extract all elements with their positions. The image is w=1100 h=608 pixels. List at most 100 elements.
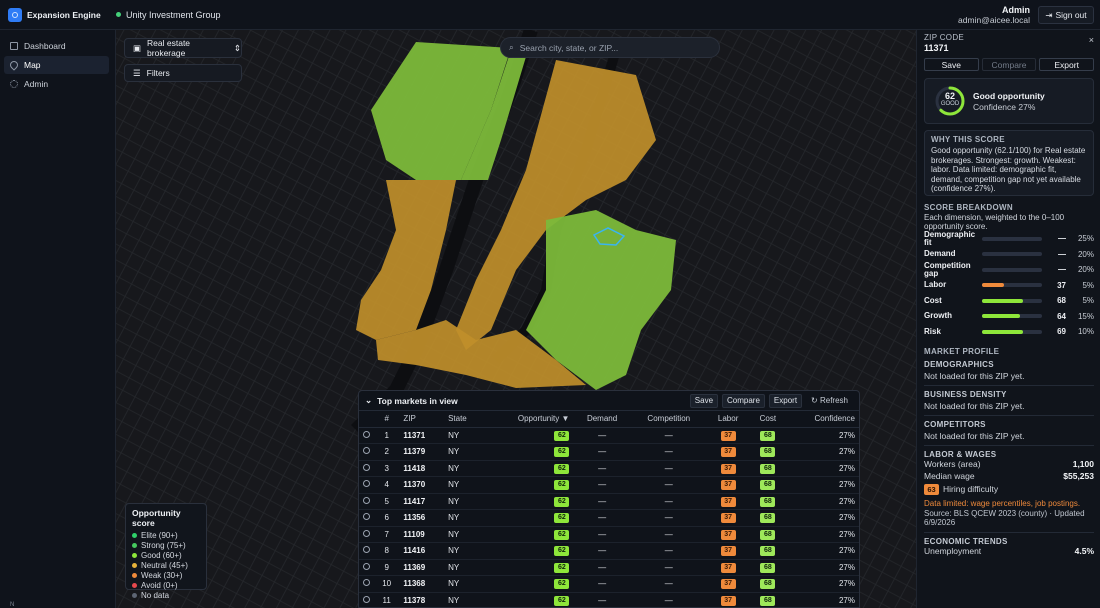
compare-button[interactable]: Compare bbox=[981, 58, 1037, 71]
row-radio[interactable] bbox=[363, 529, 370, 537]
table-row[interactable]: 1 11371 NY 62— —37 68 27% bbox=[359, 427, 859, 444]
filters-button[interactable]: ☰ Filters bbox=[124, 64, 242, 82]
confidence-cell: 27% bbox=[786, 526, 859, 543]
business-density-section[interactable]: BUSINESS DENSITY Not loaded for this ZIP… bbox=[924, 386, 1094, 416]
row-radio[interactable] bbox=[363, 562, 370, 570]
org-name: Unity Investment Group bbox=[126, 9, 221, 20]
competitors-section[interactable]: COMPETITORS Not loaded for this ZIP yet. bbox=[924, 416, 1094, 446]
save-button[interactable]: Save bbox=[924, 58, 979, 71]
table-row[interactable]: 8 11416 NY 62— —37 68 27% bbox=[359, 542, 859, 560]
table-row[interactable]: 10 11368 NY 62— —37 68 27% bbox=[359, 575, 859, 593]
legend-title: Opportunity score bbox=[132, 508, 181, 528]
why-title: WHY THIS SCORE bbox=[931, 135, 1005, 144]
legend-dot-icon bbox=[132, 592, 137, 598]
row-select-cell[interactable] bbox=[359, 592, 374, 607]
industry-select[interactable]: ▣ Real estate brokerage ⇕ bbox=[124, 38, 242, 58]
top-markets-header: ⌄ Top markets in view Save Compare Expor… bbox=[359, 391, 859, 411]
demographics-section[interactable]: DEMOGRAPHICS Not loaded for this ZIP yet… bbox=[924, 356, 1094, 386]
table-row[interactable]: 7 11109 NY 62— —37 68 27% bbox=[359, 526, 859, 543]
labor-title: LABOR & WAGES bbox=[924, 449, 997, 459]
export-button[interactable]: Export bbox=[1039, 58, 1095, 71]
row-radio[interactable] bbox=[363, 513, 370, 521]
expansion-logo-icon bbox=[8, 7, 22, 22]
top-markets-title[interactable]: ⌄ Top markets in view bbox=[365, 395, 686, 406]
legend-item: Elite (90+) bbox=[132, 530, 200, 540]
gear-icon bbox=[10, 80, 18, 88]
cost-pill: 68 bbox=[760, 579, 776, 590]
sign-out-button[interactable]: ⇥ Sign out bbox=[1038, 6, 1094, 24]
column-header[interactable]: Opportunity ▼ bbox=[484, 411, 574, 428]
table-row[interactable]: 9 11369 NY 62— —37 68 27% bbox=[359, 559, 859, 576]
labor-cell: 37 bbox=[706, 575, 750, 593]
search-input[interactable]: ⌕ Search city, state, or ZIP... bbox=[500, 37, 720, 58]
markets-export-button[interactable]: Export bbox=[768, 393, 803, 408]
competition-cell: — bbox=[630, 542, 707, 560]
column-header: Confidence bbox=[786, 411, 859, 428]
breakdown-name: Cost bbox=[924, 295, 942, 305]
row-radio[interactable] bbox=[363, 595, 370, 603]
table-row[interactable]: 3 11418 NY 62— —37 68 27% bbox=[359, 460, 859, 477]
table-row[interactable]: 4 11370 NY 62— —37 68 27% bbox=[359, 476, 859, 494]
labor-pill: 37 bbox=[720, 595, 736, 606]
legend-dot-icon bbox=[132, 562, 137, 568]
breakdown-row: Demographic fit — 25% bbox=[924, 230, 1094, 247]
breakdown-bar-track bbox=[982, 236, 1042, 241]
sidebar-item-dashboard[interactable]: Dashboard bbox=[4, 37, 109, 55]
row-select-cell[interactable] bbox=[359, 542, 374, 560]
chevron-down-icon[interactable]: ⌄ bbox=[365, 395, 372, 406]
user-name: Admin bbox=[1002, 5, 1030, 15]
cost-cell: 68 bbox=[749, 592, 787, 607]
breakdown-bar-fill bbox=[982, 298, 1023, 303]
column-header: ZIP bbox=[399, 411, 445, 428]
breakdown-value: 68 bbox=[1057, 296, 1066, 306]
row-select-cell[interactable] bbox=[359, 509, 374, 527]
table-row[interactable]: 5 11417 NY 62— —37 68 27% bbox=[359, 493, 859, 510]
row-select-cell[interactable] bbox=[359, 493, 374, 510]
markets-save-button[interactable]: Save bbox=[689, 393, 719, 408]
state-cell: NY bbox=[444, 460, 485, 477]
cost-cell: 68 bbox=[749, 559, 787, 576]
row-radio[interactable] bbox=[363, 480, 370, 488]
labor-section[interactable]: LABOR & WAGES Workers (area) 1,100 Median… bbox=[924, 446, 1094, 533]
row-select-cell[interactable] bbox=[359, 575, 374, 593]
sidebar-item-map[interactable]: Map bbox=[4, 56, 109, 74]
breakdown-row: Cost 68 5% bbox=[924, 293, 1094, 309]
breakdown-name: Competition gap bbox=[924, 260, 971, 278]
org-selector[interactable]: Unity Investment Group bbox=[116, 10, 221, 20]
state-cell: NY bbox=[444, 493, 485, 510]
row-radio[interactable] bbox=[363, 447, 370, 455]
sidebar-item-label: Admin bbox=[24, 79, 49, 89]
table-row[interactable]: 2 11379 NY 62— —37 68 27% bbox=[359, 443, 859, 461]
table-row[interactable]: 6 11356 NY 62— —37 68 27% bbox=[359, 509, 859, 527]
competition-cell: — bbox=[630, 476, 707, 494]
markets-compare-button[interactable]: Compare bbox=[722, 393, 765, 408]
data-limited-note: Data limited: wage percentiles, job post… bbox=[924, 498, 1081, 508]
legend-item: Neutral (45+) bbox=[132, 560, 200, 570]
row-select-cell[interactable] bbox=[359, 427, 374, 444]
map-canvas[interactable]: ▣ Real estate brokerage ⇕ ☰ Filters ⌕ Se… bbox=[116, 30, 916, 608]
row-radio[interactable] bbox=[363, 463, 370, 471]
row-radio[interactable] bbox=[363, 579, 370, 587]
row-select-cell[interactable] bbox=[359, 559, 374, 576]
row-select-cell[interactable] bbox=[359, 526, 374, 543]
row-radio[interactable] bbox=[363, 430, 370, 438]
brand[interactable]: Expansion Engine bbox=[0, 0, 116, 29]
row-radio[interactable] bbox=[363, 546, 370, 554]
demand-cell: — bbox=[573, 476, 631, 494]
labor-cell: 37 bbox=[706, 460, 750, 477]
row-select-cell[interactable] bbox=[359, 443, 374, 461]
markets-refresh-button[interactable]: ↻ Refresh bbox=[806, 394, 853, 408]
demand-cell: — bbox=[573, 542, 631, 560]
breakdown-value: 37 bbox=[1057, 280, 1066, 290]
workers-row: Workers (area) 1,100 bbox=[924, 459, 1094, 471]
row-select-cell[interactable] bbox=[359, 476, 374, 494]
close-icon[interactable]: × bbox=[1089, 35, 1094, 45]
row-radio[interactable] bbox=[363, 496, 370, 504]
breakdown-row: Growth 64 15% bbox=[924, 309, 1094, 325]
economic-section[interactable]: ECONOMIC TRENDS Unemployment 4.5% bbox=[924, 533, 1094, 562]
business-density-note: Not loaded for this ZIP yet. bbox=[924, 400, 1025, 411]
sidebar-item-admin[interactable]: Admin bbox=[4, 75, 109, 93]
row-select-cell[interactable] bbox=[359, 460, 374, 477]
legend-item: No data bbox=[132, 590, 200, 600]
table-row[interactable]: 11 11378 NY 62— —37 68 27% bbox=[359, 592, 859, 607]
